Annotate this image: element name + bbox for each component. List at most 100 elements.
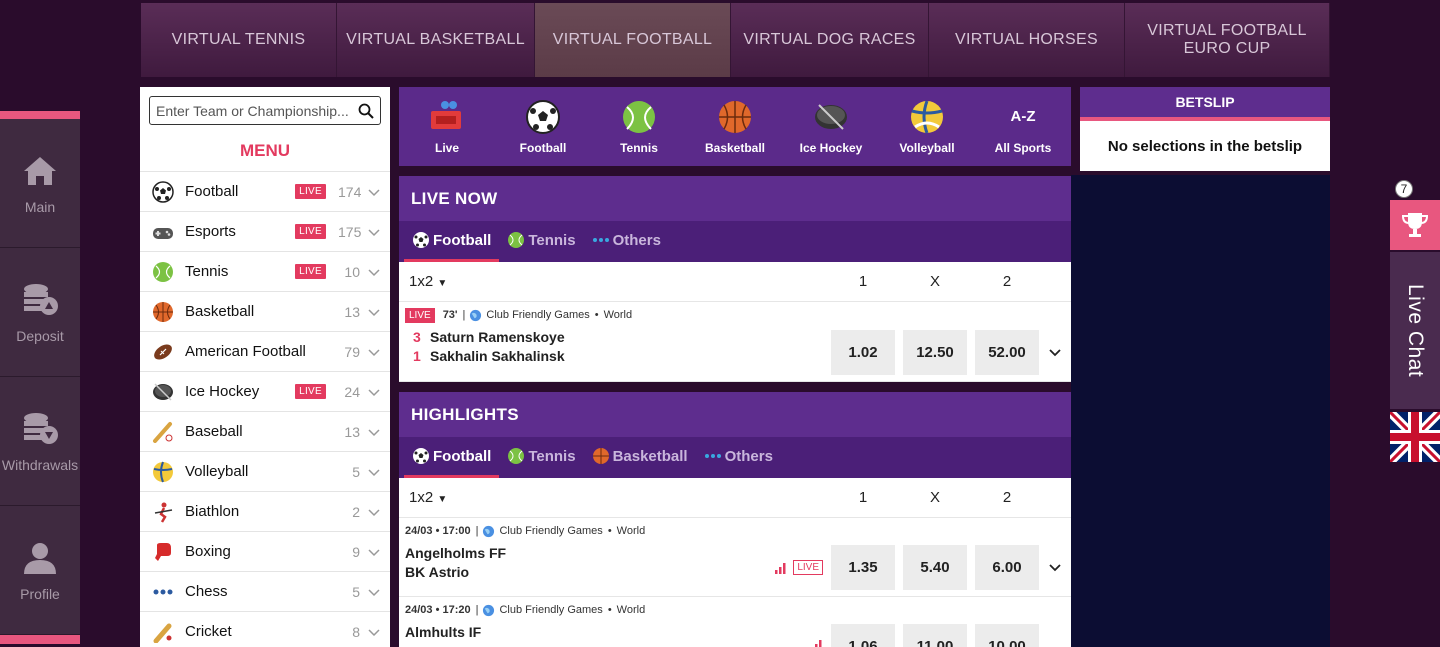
chevron-down-icon[interactable] bbox=[368, 266, 380, 278]
stats-bars-icon[interactable] bbox=[811, 639, 823, 647]
odd-away[interactable]: 6.00 bbox=[975, 545, 1039, 590]
sidebar-item-baseball[interactable]: Baseball 13 bbox=[140, 411, 390, 451]
sidebar-item-basketball[interactable]: Basketball 13 bbox=[140, 291, 390, 331]
hl-tab-football[interactable]: Football bbox=[404, 437, 500, 478]
sportsbar-live[interactable]: Live bbox=[399, 87, 495, 166]
event-count: 13 bbox=[344, 303, 360, 320]
chevron-down-icon[interactable] bbox=[368, 226, 380, 238]
rail-profile-label: Profile bbox=[20, 586, 60, 602]
sidebar-item-american-football[interactable]: American Football 79 bbox=[140, 331, 390, 371]
chevron-down-icon[interactable] bbox=[368, 426, 380, 438]
search-icon[interactable] bbox=[358, 103, 374, 119]
chevron-down-icon[interactable] bbox=[1049, 347, 1061, 359]
event-count: 5 bbox=[352, 463, 360, 480]
live-tab-others[interactable]: Others bbox=[584, 221, 669, 262]
live-event[interactable]: LIVE 73' | Club Friendly Games • World 3… bbox=[399, 302, 1071, 382]
sidebar-item-cricket[interactable]: Cricket 8 bbox=[140, 611, 390, 647]
a-z-icon: A-Z bbox=[1010, 108, 1036, 125]
market-label: 1x2 bbox=[409, 273, 434, 290]
odd-draw[interactable]: 12.50 bbox=[903, 330, 967, 375]
chevron-down-icon[interactable] bbox=[368, 586, 380, 598]
search-input[interactable] bbox=[156, 102, 358, 119]
hl-tab-others[interactable]: Others bbox=[696, 437, 781, 478]
event-count: 2 bbox=[352, 503, 360, 520]
gamepad-icon bbox=[153, 227, 173, 239]
chevron-down-icon[interactable] bbox=[368, 546, 380, 558]
sportsbar-basketball[interactable]: Basketball bbox=[687, 87, 783, 166]
rail-profile[interactable]: Profile bbox=[0, 506, 80, 635]
tab-virtual-football-euro-cup[interactable]: VIRTUAL FOOTBALL EURO CUP bbox=[1125, 3, 1330, 77]
football-icon bbox=[413, 448, 429, 464]
live-chat-button[interactable]: Live Chat bbox=[1390, 252, 1440, 409]
competition-name: Club Friendly Games bbox=[486, 309, 590, 321]
chevron-down-icon[interactable] bbox=[368, 626, 380, 638]
odd-away[interactable]: 52.00 bbox=[975, 330, 1039, 375]
chevron-down-icon[interactable] bbox=[368, 466, 380, 478]
odd-home[interactable]: 1.02 bbox=[831, 330, 895, 375]
event-count: 174 bbox=[338, 183, 362, 200]
hl-tab-tennis-label: Tennis bbox=[528, 447, 576, 465]
sportsbar-football[interactable]: Football bbox=[495, 87, 591, 166]
chevron-down-icon[interactable] bbox=[368, 346, 380, 358]
sport-name: Volleyball bbox=[185, 463, 249, 480]
sport-name: Biathlon bbox=[185, 503, 240, 520]
rail-deposit[interactable]: Deposit bbox=[0, 248, 80, 377]
tab-virtual-tennis[interactable]: VIRTUAL TENNIS bbox=[141, 3, 337, 77]
tv-live-icon bbox=[431, 100, 461, 129]
tab-virtual-horses[interactable]: VIRTUAL HORSES bbox=[929, 3, 1125, 77]
sport-name: Ice Hockey bbox=[185, 383, 260, 400]
sidebar-item-volleyball[interactable]: Volleyball 5 bbox=[140, 451, 390, 491]
live-chat-label: Live Chat bbox=[1404, 283, 1427, 378]
sidebar-item-boxing[interactable]: Boxing 9 bbox=[140, 531, 390, 571]
trophy-icon bbox=[1401, 213, 1429, 237]
market-selector[interactable]: 1x2 ▼ bbox=[409, 489, 827, 506]
odd-draw[interactable]: 5.40 bbox=[903, 545, 967, 590]
sportsbar-live-label: Live bbox=[434, 140, 459, 155]
market-selector[interactable]: 1x2 ▼ bbox=[409, 273, 827, 290]
football-icon bbox=[152, 180, 174, 203]
virtual-sports-nav: VIRTUAL TENNIS VIRTUAL BASKETBALL VIRTUA… bbox=[141, 3, 1330, 77]
odd-draw[interactable]: 11.00 bbox=[903, 624, 967, 647]
uk-flag-icon[interactable] bbox=[1390, 412, 1440, 462]
odd-away[interactable]: 10.00 bbox=[975, 624, 1039, 647]
chevron-down-icon[interactable] bbox=[368, 386, 380, 398]
tab-virtual-dog-races[interactable]: VIRTUAL DOG RACES bbox=[731, 3, 929, 77]
region-name: World bbox=[603, 309, 633, 321]
hl-event[interactable]: 24/03 • 17:20 | Club Friendly Games • Wo… bbox=[399, 597, 1071, 647]
sidebar-item-football[interactable]: Football LIVE 174 bbox=[140, 171, 390, 211]
chevron-down-icon[interactable] bbox=[368, 306, 380, 318]
sidebar-item-chess[interactable]: Chess 5 bbox=[140, 571, 390, 611]
event-count: 13 bbox=[344, 423, 360, 440]
sportsbar-volleyball[interactable]: Volleyball bbox=[879, 87, 975, 166]
biathlon-icon bbox=[154, 502, 173, 523]
tournaments-button[interactable] bbox=[1390, 200, 1440, 250]
hl-market-row: 1x2 ▼ 1 X 2 bbox=[399, 478, 1071, 518]
basketball-icon bbox=[153, 301, 173, 322]
sidebar-item-biathlon[interactable]: Biathlon 2 bbox=[140, 491, 390, 531]
sportsbar-tennis[interactable]: Tennis bbox=[591, 87, 687, 166]
chevron-down-icon[interactable] bbox=[1049, 562, 1061, 574]
live-tab-football[interactable]: Football bbox=[404, 221, 500, 262]
hl-tab-football-label: Football bbox=[433, 447, 492, 465]
sportsbar-ice-hockey[interactable]: Ice Hockey bbox=[783, 87, 879, 166]
live-tab-tennis[interactable]: Tennis bbox=[499, 221, 583, 262]
home-team: Saturn Ramenskoye bbox=[430, 329, 565, 345]
tab-virtual-basketball[interactable]: VIRTUAL BASKETBALL bbox=[337, 3, 535, 77]
sportsbar-all-sports[interactable]: A-Z All Sports bbox=[975, 87, 1071, 166]
stats-bars-icon[interactable] bbox=[775, 562, 787, 574]
sportsbar-volleyball-label: Volleyball bbox=[899, 140, 955, 155]
chevron-down-icon[interactable] bbox=[368, 186, 380, 198]
rail-main[interactable]: Main bbox=[0, 119, 80, 248]
tab-virtual-football[interactable]: VIRTUAL FOOTBALL bbox=[535, 3, 731, 77]
sidebar-item-ice-hockey[interactable]: Ice Hockey LIVE 24 bbox=[140, 371, 390, 411]
odd-home[interactable]: 1.35 bbox=[831, 545, 895, 590]
hl-event[interactable]: 24/03 • 17:00 | Club Friendly Games • Wo… bbox=[399, 518, 1071, 597]
sidebar-item-esports[interactable]: Esports LIVE 175 bbox=[140, 211, 390, 251]
chevron-down-icon[interactable] bbox=[368, 506, 380, 518]
rail-withdrawals[interactable]: Withdrawals bbox=[0, 377, 80, 506]
sidebar-item-tennis[interactable]: Tennis LIVE 10 bbox=[140, 251, 390, 291]
hl-tab-tennis[interactable]: Tennis bbox=[499, 437, 583, 478]
american-football-icon bbox=[154, 343, 172, 360]
odd-home[interactable]: 1.06 bbox=[831, 624, 895, 647]
hl-tab-basketball[interactable]: Basketball bbox=[584, 437, 696, 478]
